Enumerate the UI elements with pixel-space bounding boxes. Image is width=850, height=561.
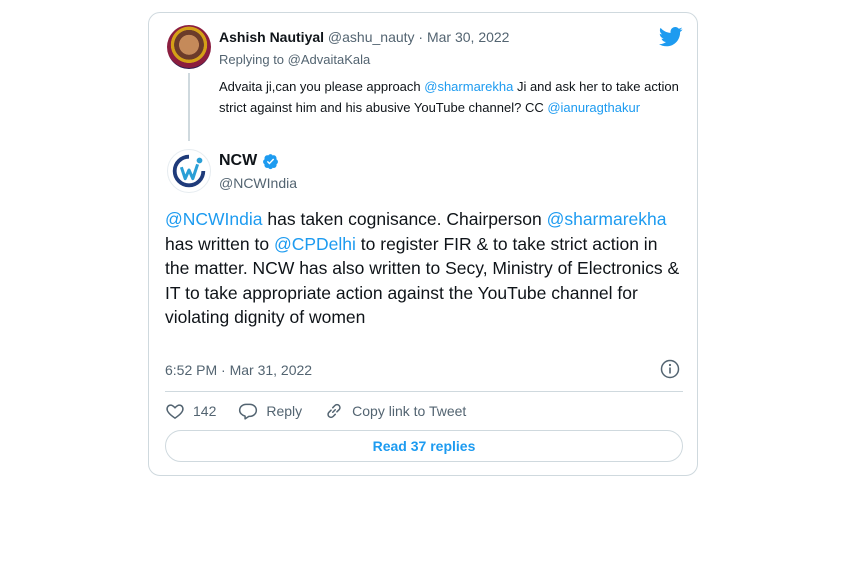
tweet-timestamp[interactable]: 6:52 PM · Mar 31, 2022 [165,362,312,378]
heart-icon [166,404,184,419]
embedded-tweet-card: Ashish Nautiyal @ashu_nauty · Mar 30, 20… [148,12,698,476]
main-author-name[interactable]: NCW [219,152,257,170]
mention-link[interactable]: @NCWIndia [165,209,263,229]
twitter-bird-icon[interactable] [659,27,683,47]
mention-link[interactable]: @sharmarekha [424,79,513,94]
main-text-part: has written to [165,233,274,254]
ncw-logo-avatar[interactable] [167,149,211,193]
replying-to-link[interactable]: @AdvaitaKala [288,52,371,67]
reply-button[interactable]: Reply [238,401,302,421]
reply-author-handle[interactable]: @ashu_nauty · Mar 30, 2022 [328,29,510,45]
reply-icon [239,403,258,420]
reply-label: Reply [266,403,303,419]
like-count: 142 [193,403,217,419]
main-author-handle[interactable]: @NCWIndia [219,175,297,191]
mention-link[interactable]: @CPDelhi [274,234,356,254]
main-tweet-text: @NCWIndia has taken cognisance. Chairper… [165,207,685,330]
divider [165,391,683,392]
info-icon[interactable] [660,359,680,379]
reply-author-line: Ashish Nautiyal @ashu_nauty · Mar 30, 20… [219,29,509,45]
main-author-line: NCW [219,152,279,170]
like-button[interactable]: 142 [165,401,216,421]
thread-connector [188,73,190,141]
link-icon [327,403,341,419]
replying-prefix: Replying to [219,52,288,67]
copy-link-button[interactable]: Copy link to Tweet [324,401,466,421]
reply-text-part: Advaita ji,can you please approach [219,79,425,94]
read-replies-button[interactable]: Read 37 replies [165,430,683,462]
replying-to-line: Replying to @AdvaitaKala [219,52,370,67]
mention-link[interactable]: @ianuragthakur [547,100,640,115]
avatar[interactable] [167,25,211,69]
reply-tweet-text: Advaita ji,can you please approach @shar… [219,76,679,118]
tweet-actions: 142 Reply Copy link to Tweet [165,401,488,421]
copy-link-label: Copy link to Tweet [352,403,467,419]
main-text-part: has taken cognisance. Chairperson [262,209,547,229]
reply-author-name[interactable]: Ashish Nautiyal [219,29,324,45]
verified-badge-icon [263,153,279,169]
mention-link[interactable]: @sharmarekha [547,209,667,229]
